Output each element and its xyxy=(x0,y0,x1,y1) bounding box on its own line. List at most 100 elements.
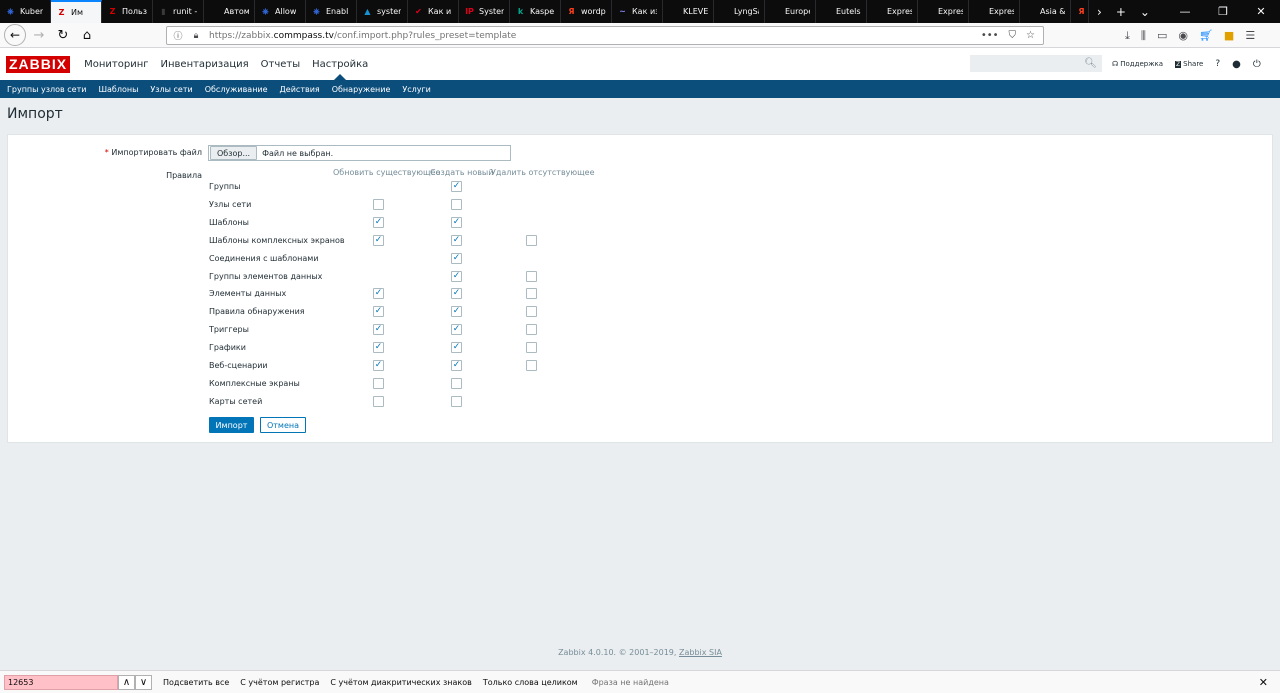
list-all-tabs-icon[interactable]: ⌄ xyxy=(1140,5,1150,19)
url-bar[interactable]: ⓘ 🔒︎ https://zabbix.commpass.tv/conf.imp… xyxy=(166,26,1044,45)
rule-update-checkbox[interactable]: ✓ xyxy=(373,342,384,354)
find-input[interactable]: 12653 xyxy=(4,674,118,690)
whole-words-option[interactable]: Только слова целиком xyxy=(483,678,578,687)
match-case-option[interactable]: С учётом регистра xyxy=(240,678,319,687)
rule-create-checkbox[interactable]: ✓ xyxy=(451,181,462,192)
bookmark-star-icon[interactable]: ☆ xyxy=(1026,30,1035,41)
rule-delete-checkbox[interactable] xyxy=(526,306,537,318)
rule-update-checkbox[interactable]: ✓ xyxy=(373,324,384,336)
browse-button[interactable]: Обзор... xyxy=(210,146,258,160)
rule-create-checkbox[interactable] xyxy=(451,198,462,210)
main-menu-item[interactable]: Настройка xyxy=(306,48,374,80)
minimize-icon[interactable]: — xyxy=(1166,5,1204,18)
rule-update-checkbox[interactable]: ✓ xyxy=(373,288,384,300)
rule-update-checkbox[interactable]: ✓ xyxy=(373,216,384,228)
rule-delete-checkbox[interactable] xyxy=(526,324,537,336)
rule-create-checkbox[interactable]: ✓ xyxy=(451,234,462,246)
sub-menu-item[interactable]: Шаблоны xyxy=(92,85,144,94)
find-next-icon[interactable]: ∨ xyxy=(135,674,152,690)
back-icon[interactable]: ← xyxy=(4,24,26,46)
highlight-all-option[interactable]: Подсветить все xyxy=(163,678,229,687)
share-link[interactable]: Z Share xyxy=(1175,60,1203,68)
rule-update-checkbox[interactable] xyxy=(373,377,384,389)
browser-tab[interactable]: Яwordp xyxy=(561,0,612,23)
browser-tab[interactable]: Europe, At xyxy=(765,0,816,23)
match-diacritics-option[interactable]: С учётом диакритических знаков xyxy=(330,678,471,687)
rule-delete-checkbox[interactable] xyxy=(526,342,537,354)
rule-create-checkbox[interactable]: ✓ xyxy=(451,324,462,336)
sidebar-icon[interactable]: ▭ xyxy=(1157,29,1167,42)
downloads-icon[interactable]: ⤓ xyxy=(1125,29,1130,43)
rule-update-checkbox[interactable] xyxy=(373,198,384,210)
search-input[interactable]: 🔍︎ xyxy=(970,55,1102,72)
browser-tab[interactable]: Eutelsat 36 xyxy=(816,0,867,23)
browser-tab[interactable]: k Kaspe xyxy=(510,0,561,23)
browser-tab[interactable]: KLEVER TV xyxy=(663,0,714,23)
reload-icon[interactable]: ↻ xyxy=(52,24,74,46)
rule-update-checkbox[interactable]: ✓ xyxy=(373,360,384,371)
rule-create-checkbox[interactable] xyxy=(451,395,462,407)
rule-delete-checkbox[interactable] xyxy=(526,288,537,300)
restore-icon[interactable]: ❐ xyxy=(1204,5,1242,18)
logout-icon[interactable]: ⏻ xyxy=(1253,59,1261,70)
browser-tab[interactable]: Asia & Pa xyxy=(1020,0,1071,23)
rule-create-checkbox[interactable]: ✓ xyxy=(451,306,462,318)
browser-tab[interactable]: ✔ Как и xyxy=(408,0,459,23)
support-link[interactable]: ☊ Поддержка xyxy=(1112,60,1163,68)
find-close-icon[interactable]: ✕ xyxy=(1259,676,1268,689)
rule-update-checkbox[interactable] xyxy=(373,395,384,407)
browser-tab[interactable]: Express AM xyxy=(918,0,969,23)
rule-update-checkbox[interactable]: ✓ xyxy=(373,306,384,318)
rule-create-checkbox[interactable]: ✓ xyxy=(451,252,462,264)
page-actions-icon[interactable]: ••• xyxy=(981,30,999,41)
rule-create-checkbox[interactable]: ✓ xyxy=(451,288,462,300)
sub-menu-item[interactable]: Услуги xyxy=(396,85,437,94)
sub-menu-item[interactable]: Действия xyxy=(274,85,326,94)
user-profile-icon[interactable]: ● xyxy=(1232,59,1241,70)
cancel-button[interactable]: Отмена xyxy=(260,417,306,433)
extension-icon[interactable]: ◉ xyxy=(1178,29,1188,42)
browser-tab[interactable]: ▮ runit - xyxy=(153,0,204,23)
tab-scroll-right-icon[interactable]: › xyxy=(1097,5,1102,19)
sub-menu-item[interactable]: Обнаружение xyxy=(326,85,397,94)
browser-tab[interactable]: Z Польз xyxy=(102,0,153,23)
main-menu-item[interactable]: Мониторинг xyxy=(78,48,154,80)
home-icon[interactable]: ⌂ xyxy=(76,24,98,46)
search-icon[interactable]: 🔍︎ xyxy=(1084,58,1097,69)
rule-create-checkbox[interactable]: ✓ xyxy=(451,270,462,282)
rule-create-checkbox[interactable]: ✓ xyxy=(451,360,462,371)
browser-tab[interactable]: Z Им xyxy=(51,0,102,23)
main-menu-item[interactable]: Инвентаризация xyxy=(155,48,255,80)
pocket-icon[interactable]: ⛉ xyxy=(1009,30,1017,41)
sub-menu-item[interactable]: Узлы сети xyxy=(144,85,198,94)
browser-tab[interactable]: IP Syster xyxy=(459,0,510,23)
browser-tab[interactable]: ▲ syster xyxy=(357,0,408,23)
import-button[interactable]: Импорт xyxy=(209,417,254,433)
browser-tab[interactable]: Express AM xyxy=(867,0,918,23)
browser-tab[interactable]: ⎈ Kuber xyxy=(0,0,51,23)
info-icon[interactable]: ⓘ xyxy=(171,29,185,42)
browser-tab[interactable]: ⎈ Allow xyxy=(255,0,306,23)
file-input[interactable]: Обзор... Файл не выбран. xyxy=(208,145,511,161)
sub-menu-item[interactable]: Группы узлов сети xyxy=(1,85,92,94)
find-previous-icon[interactable]: ∧ xyxy=(118,674,135,690)
browser-tab[interactable]: ~ Как из xyxy=(612,0,663,23)
rule-delete-checkbox[interactable] xyxy=(526,270,537,282)
rule-update-checkbox[interactable]: ✓ xyxy=(373,234,384,246)
rule-create-checkbox[interactable] xyxy=(451,377,462,389)
rule-create-checkbox[interactable]: ✓ xyxy=(451,216,462,228)
rule-delete-checkbox[interactable] xyxy=(526,360,537,371)
browser-tab[interactable]: Express AT xyxy=(969,0,1020,23)
browser-tab[interactable]: Автомати xyxy=(204,0,255,23)
browser-tab[interactable]: LyngSat xyxy=(714,0,765,23)
flag-icon[interactable]: ■ xyxy=(1224,29,1234,42)
rule-delete-checkbox[interactable] xyxy=(526,234,537,246)
new-tab-icon[interactable]: + xyxy=(1116,5,1126,19)
menu-icon[interactable]: ☰ xyxy=(1245,29,1255,42)
cart-icon[interactable]: 🛒︎ xyxy=(1199,29,1213,42)
browser-tab[interactable]: Я xyxy=(1071,0,1089,23)
library-icon[interactable]: ⫼ xyxy=(1141,29,1146,43)
footer-link[interactable]: Zabbix SIA xyxy=(679,648,722,657)
sub-menu-item[interactable]: Обслуживание xyxy=(199,85,274,94)
help-link[interactable]: ? xyxy=(1215,59,1220,69)
